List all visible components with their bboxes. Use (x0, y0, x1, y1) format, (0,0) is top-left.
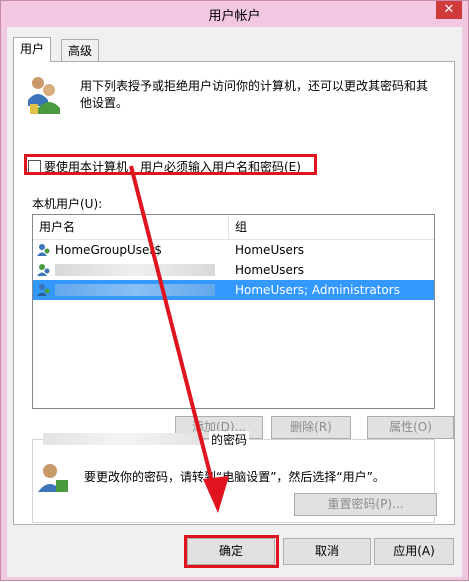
table-row[interactable]: HomeGroupUser$ HomeUsers (33, 240, 434, 260)
user-row-icon (37, 284, 50, 296)
description-text: 用下列表授予或拒绝用户访问你的计算机，还可以更改其密码和其他设置。 (80, 79, 429, 110)
users-tab-panel: 用下列表授予或拒绝用户访问你的计算机，还可以更改其密码和其他设置。 要使用本计算… (13, 61, 455, 525)
window-title: 用户帐户 (208, 9, 261, 24)
password-group-title: 的密码 (209, 431, 250, 448)
user-accounts-window: 用户帐户 ✕ 用户 高级 用下列表授予或拒绝用户访问你的计算机，还可以更改其密码… (0, 0, 469, 581)
cancel-button[interactable]: 取消 (283, 538, 371, 565)
remove-user-button[interactable]: 删除(R) (271, 416, 351, 439)
annotation-highlight-checkbox (24, 154, 317, 175)
redacted-username (55, 284, 215, 296)
user-row-icon (37, 264, 50, 276)
title-bar: 用户帐户 ✕ (1, 1, 468, 27)
table-row[interactable]: HomeUsers (33, 260, 434, 280)
local-users-label: 本机用户(U): (32, 197, 103, 211)
row-username: HomeGroupUser$ (55, 243, 162, 257)
row-group: HomeUsers (235, 243, 305, 257)
password-user-icon (38, 464, 68, 492)
column-header-username[interactable]: 用户名 (33, 215, 229, 239)
reset-password-button[interactable]: 重置密码(P)... (294, 493, 437, 516)
users-list[interactable]: 用户名 组 HomeGroupUser$ HomeUsers HomeUsers (32, 214, 435, 409)
redacted-username-title (43, 433, 203, 445)
properties-button[interactable]: 属性(O) (367, 416, 454, 439)
apply-button[interactable]: 应用(A) (374, 538, 454, 565)
column-header-group[interactable]: 组 (229, 215, 434, 239)
users-icon (28, 77, 60, 114)
password-instruction-text: 要更改你的密码，请转到“电脑设置”，然后选择“用户”。 (84, 470, 385, 484)
row-group: HomeUsers; Administrators (235, 283, 400, 297)
list-header: 用户名 组 (33, 215, 434, 240)
close-icon: ✕ (443, 2, 455, 17)
annotation-highlight-ok (184, 535, 279, 568)
tab-users[interactable]: 用户 (13, 37, 52, 62)
row-group: HomeUsers (235, 263, 305, 277)
user-row-icon (37, 244, 50, 256)
tab-advanced[interactable]: 高级 (61, 39, 100, 61)
close-button[interactable]: ✕ (436, 1, 462, 19)
table-row-selected[interactable]: HomeUsers; Administrators (33, 280, 434, 300)
redacted-username (55, 264, 215, 276)
dialog-client-area: 用户 高级 用下列表授予或拒绝用户访问你的计算机，还可以更改其密码和其他设置。 … (7, 27, 462, 577)
